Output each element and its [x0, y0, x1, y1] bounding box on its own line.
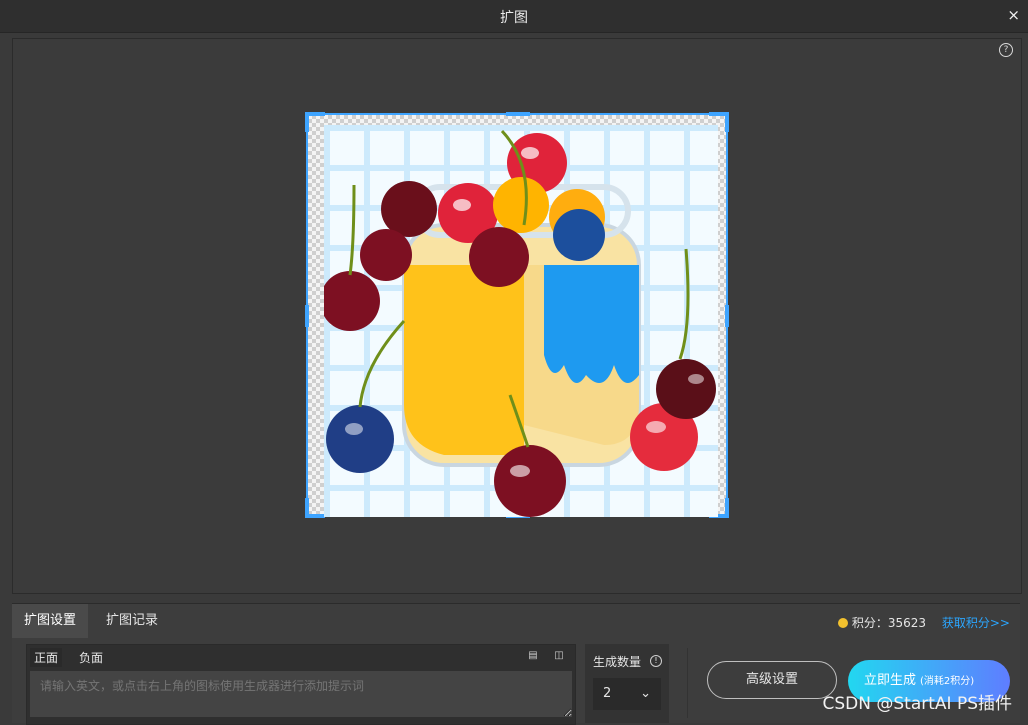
corner-handle-tr-v[interactable] [725, 112, 729, 132]
edge-handle-left[interactable] [305, 305, 309, 327]
points-display: 积分：35623 [837, 614, 926, 631]
generate-label: 立即生成 [864, 673, 917, 688]
tab-expand-history[interactable]: 扩图记录 [94, 604, 170, 638]
count-select[interactable]: 2 ⌄ [593, 678, 661, 710]
points-value: 积分：35623 [851, 616, 926, 630]
question-icon[interactable]: ? [999, 43, 1013, 57]
window-title: 扩图 [500, 10, 528, 26]
advanced-settings-button[interactable]: 高级设置 [707, 661, 837, 699]
chevron-down-icon: ⌄ [640, 686, 651, 701]
expand-frame[interactable] [305, 112, 729, 518]
cherry-jar-image [324, 125, 718, 517]
title-bar: 扩图 × [0, 0, 1028, 33]
prompt-input[interactable] [30, 671, 572, 717]
prompt-generator-icon[interactable]: ▤ [527, 650, 539, 661]
divider [687, 648, 688, 718]
prompt-box: 正面 负面 ▤ ◫ [26, 644, 576, 725]
count-label: 生成数量 [593, 655, 642, 669]
tab-expand-settings[interactable]: 扩图设置 [12, 604, 89, 638]
coin-icon [837, 618, 848, 628]
corner-handle-bl-v[interactable] [305, 498, 309, 518]
corner-handle-tl-v[interactable] [305, 112, 309, 132]
edge-handle-right[interactable] [725, 305, 729, 327]
canvas-area: ? [12, 38, 1022, 594]
prompt-book-icon[interactable]: ◫ [553, 650, 565, 661]
count-box: 生成数量 ! 2 ⌄ [585, 644, 669, 723]
corner-handle-br-v[interactable] [725, 498, 729, 518]
subtab-positive[interactable]: 正面 [30, 648, 63, 667]
get-points-link[interactable]: 获取积分>> [942, 614, 1010, 631]
info-icon[interactable]: ! [650, 655, 662, 667]
generate-cost: (消耗2积分) [920, 676, 975, 687]
subtab-negative[interactable]: 负面 [75, 648, 107, 667]
close-icon[interactable]: × [1007, 6, 1020, 24]
edge-handle-top[interactable] [506, 112, 530, 116]
count-value: 2 [603, 686, 612, 701]
watermark: CSDN @StartAI PS插件 [822, 694, 1013, 714]
